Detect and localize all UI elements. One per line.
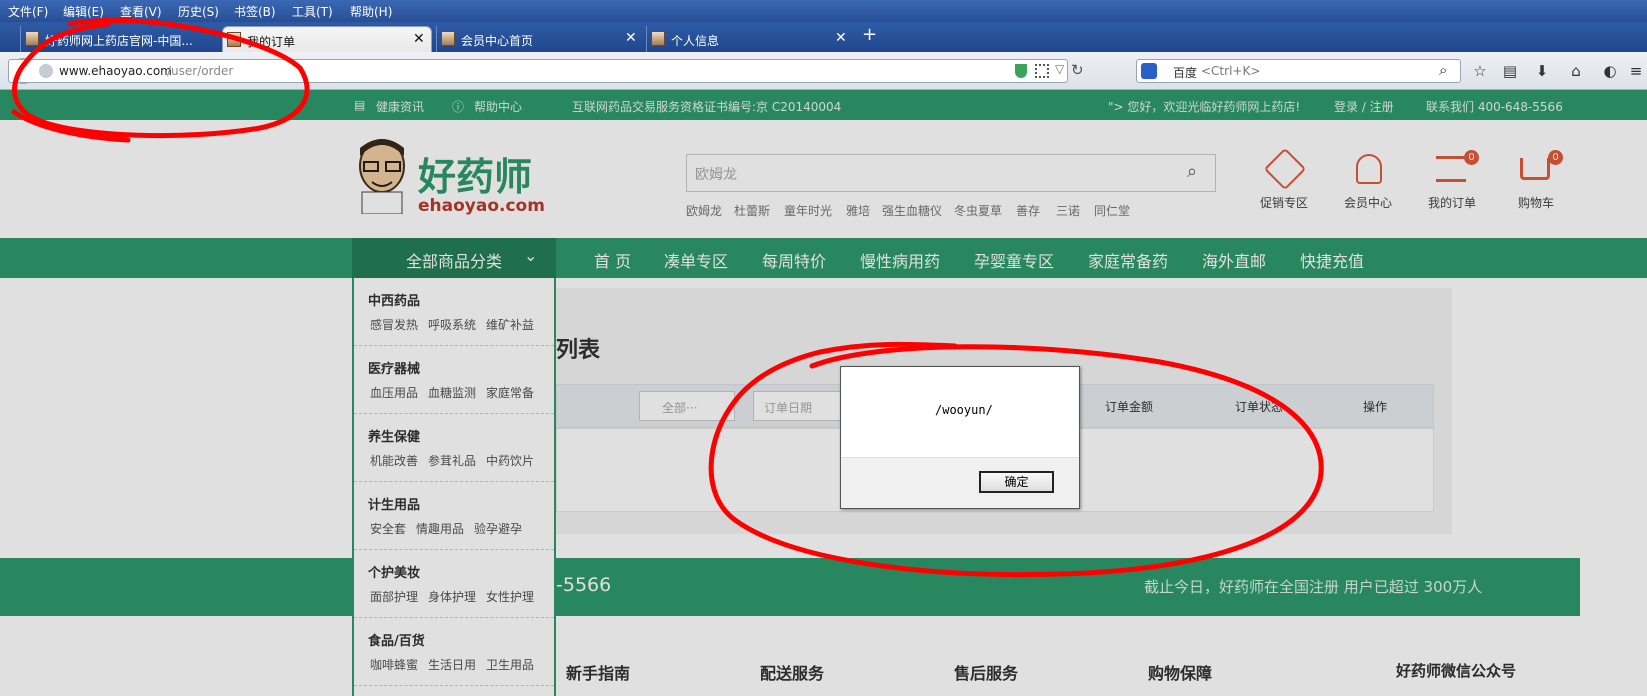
annotation-circle-dialog <box>708 341 1324 578</box>
annotation-layer <box>11 17 1324 578</box>
annotation-circle-url <box>11 17 310 143</box>
